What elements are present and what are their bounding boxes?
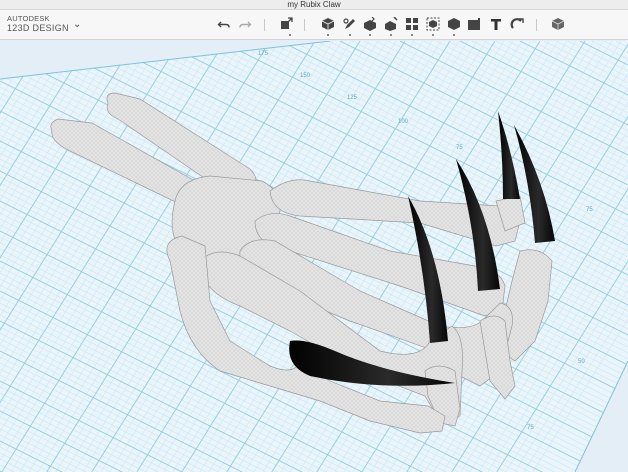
group-icon [426,17,440,31]
material-icon [551,18,565,30]
cube-icon [321,18,335,30]
pattern-button[interactable] [404,16,420,32]
undo-button[interactable] [216,16,232,32]
workplane-grid: 175 150 125 100 75 75 50 75 [0,41,628,472]
chevron-down-icon: ⌄ [73,19,82,30]
sketch-button[interactable] [342,16,358,32]
redo-icon [239,21,252,28]
material-button[interactable] [550,16,566,32]
main-toolbar: AUTODESK 123D DESIGN ⌄ [0,10,628,40]
pattern-icon [406,18,418,30]
grid-label: 125 [347,95,358,101]
modify-icon [385,17,398,31]
grid-label: 50 [578,359,585,365]
grid-label: 175 [258,51,269,57]
sketch-icon [343,18,355,29]
construct-icon [364,17,376,31]
snap-button[interactable] [509,16,525,32]
transform-icon [281,17,293,29]
grouping-button[interactable] [425,16,441,32]
toolbar-separator [536,19,537,31]
dropdown-dot [411,34,413,36]
app-menu-button[interactable]: AUTODESK 123D DESIGN ⌄ [7,15,87,37]
grid-label: 100 [398,119,409,125]
dropdown-dot [327,34,329,36]
combine-button[interactable] [446,16,462,32]
primitives-button[interactable] [320,16,336,32]
3d-viewport[interactable]: 175 150 125 100 75 75 50 75 [0,41,628,472]
snap-icon [510,18,524,29]
text-button[interactable] [488,16,504,32]
toolbar-separator [304,19,305,31]
dropdown-dot [453,34,455,36]
dropdown-dot [369,34,371,36]
undo-icon [217,21,230,28]
modify-button[interactable] [383,16,399,32]
dropdown-dot [390,34,392,36]
text-icon [491,19,501,30]
dropdown-dot [289,34,291,36]
dropdown-dot [432,34,434,36]
grid-label: 75 [527,425,534,431]
measure-button[interactable] [466,16,482,32]
dropdown-dot [349,34,351,36]
grid-label: 75 [456,145,463,151]
window-title: my Rubix Claw [287,0,341,9]
combine-icon [448,18,460,30]
transform-button[interactable] [278,16,294,32]
window-titlebar: my Rubix Claw [0,0,628,10]
redo-button[interactable] [237,16,253,32]
grid-label: 150 [300,73,311,79]
construct-button[interactable] [362,16,378,32]
toolbar-separator [264,19,265,31]
grid-label: 75 [586,207,593,213]
measure-icon [468,18,480,30]
